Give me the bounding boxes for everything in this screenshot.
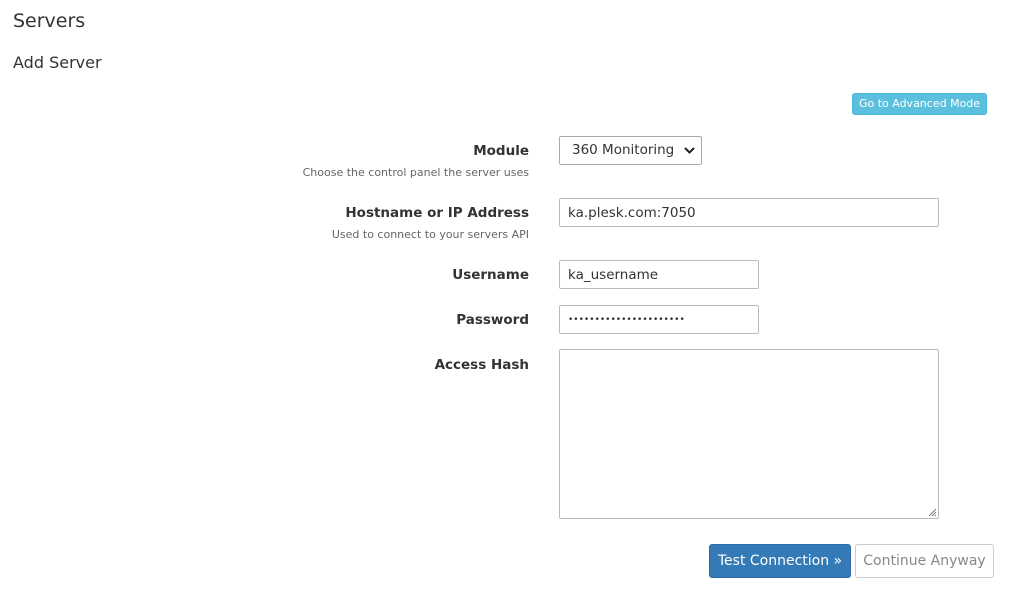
advanced-mode-button[interactable]: Go to Advanced Mode bbox=[852, 93, 987, 115]
module-help-text: Choose the control panel the server uses bbox=[302, 166, 529, 179]
hostname-help-text: Used to connect to your servers API bbox=[331, 228, 529, 241]
page-subtitle: Add Server bbox=[13, 53, 102, 72]
page-title: Servers bbox=[13, 10, 86, 32]
chevron-down-icon bbox=[684, 147, 695, 154]
test-connection-button[interactable]: Test Connection » bbox=[709, 544, 851, 578]
module-select-value: 360 Monitoring bbox=[572, 142, 675, 158]
module-select[interactable]: 360 Monitoring bbox=[559, 136, 702, 165]
username-input[interactable] bbox=[559, 260, 759, 289]
password-label: Password bbox=[456, 312, 529, 328]
module-label: Module bbox=[473, 143, 529, 159]
username-label: Username bbox=[452, 267, 529, 283]
access-hash-label: Access Hash bbox=[434, 357, 529, 373]
hostname-input[interactable] bbox=[559, 198, 939, 227]
continue-anyway-button[interactable]: Continue Anyway bbox=[855, 544, 994, 578]
password-input[interactable] bbox=[559, 305, 759, 334]
resize-grip-icon[interactable] bbox=[927, 507, 937, 517]
hostname-label: Hostname or IP Address bbox=[345, 205, 529, 221]
add-server-page: Servers Add Server Go to Advanced Mode M… bbox=[0, 0, 1018, 603]
access-hash-textarea[interactable] bbox=[559, 349, 939, 519]
